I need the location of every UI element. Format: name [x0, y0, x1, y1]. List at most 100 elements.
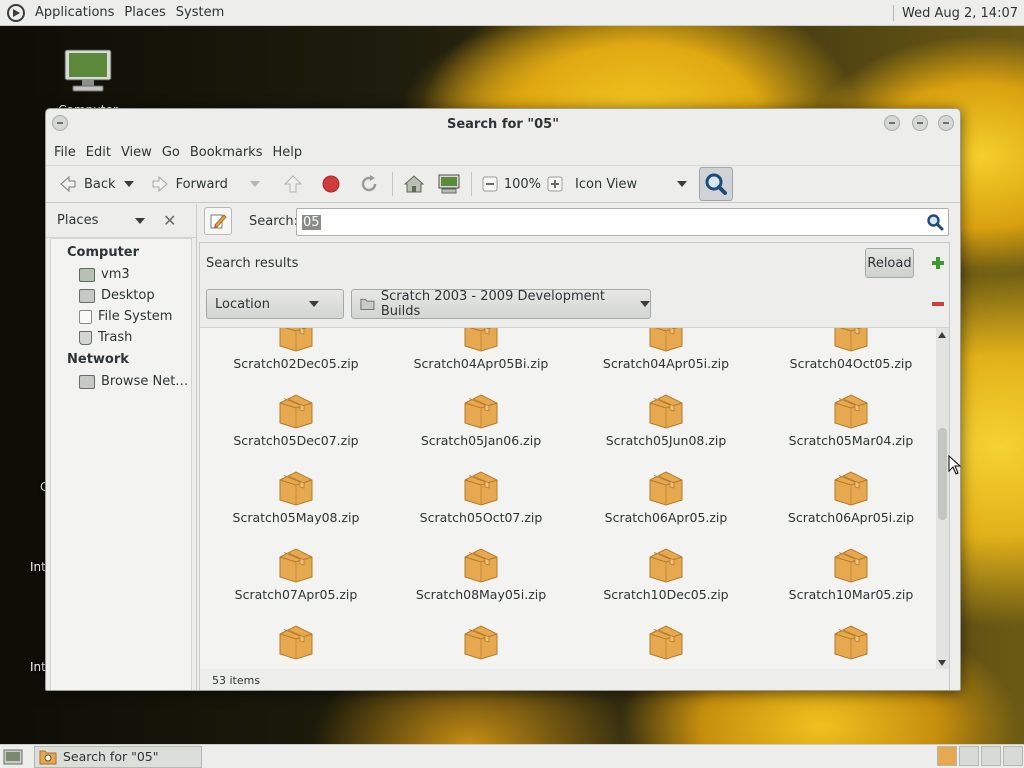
view-mode-combo[interactable]: Icon View [569, 169, 693, 199]
file-item[interactable]: Scratch05Jun08.zip [576, 391, 756, 448]
forward-history-dropdown[interactable] [249, 181, 260, 187]
edit-query-button[interactable] [204, 207, 232, 235]
file-item[interactable]: Scratch05Jan06.zip [391, 391, 571, 448]
desktop-icon-computer[interactable]: Computer [52, 48, 124, 117]
minimize-button[interactable] [884, 115, 900, 131]
package-icon [649, 548, 683, 583]
menu-go[interactable]: Go [157, 145, 185, 160]
file-item[interactable]: Scratch04Apr05Bi.zip [391, 328, 571, 371]
workspace-2[interactable] [959, 746, 979, 766]
system-menu[interactable]: System [171, 5, 229, 20]
menu-help[interactable]: Help [267, 145, 307, 160]
search-icon[interactable] [926, 213, 944, 231]
criteria-type-combo[interactable]: Location [206, 289, 344, 319]
file-item[interactable]: Scratch05Dec07.zip [206, 391, 386, 448]
file-item[interactable]: Scratch05Oct07.zip [391, 468, 571, 525]
side-pane-type-dropdown[interactable] [135, 217, 145, 224]
file-item[interactable]: Scratch06Apr05.zip [576, 468, 756, 525]
sidebar-item-label: vm3 [101, 267, 130, 282]
clock[interactable]: Wed Aug 2, 14:07 [902, 6, 1018, 21]
close-side-pane-icon[interactable]: ✕ [163, 211, 176, 230]
file-item[interactable]: Scratch02Dec05.zip [206, 328, 386, 371]
package-icon [834, 625, 868, 660]
applications-menu[interactable]: Applications [30, 5, 119, 20]
vertical-scrollbar[interactable] [936, 328, 949, 669]
forward-label: Forward [175, 176, 228, 192]
show-desktop-icon[interactable] [3, 748, 23, 766]
file-item[interactable] [206, 622, 386, 664]
zoom-out-icon[interactable] [482, 176, 498, 192]
file-item[interactable] [761, 622, 941, 664]
back-history-dropdown[interactable] [123, 181, 134, 187]
up-arrow-icon[interactable] [282, 173, 304, 195]
package-icon [464, 394, 498, 429]
reload-icon[interactable] [358, 173, 380, 195]
status-bar: 53 items [200, 669, 949, 690]
reload-label: Reload [867, 255, 912, 271]
package-icon [464, 328, 498, 352]
toolbar-separator [470, 172, 472, 196]
filesystem-icon [79, 309, 92, 324]
distro-logo-icon[interactable] [6, 3, 26, 23]
file-item[interactable]: Scratch04Apr05i.zip [576, 328, 756, 371]
workspace-4[interactable] [1003, 746, 1023, 766]
places-menu[interactable]: Places [119, 5, 170, 20]
add-criteria-icon[interactable] [931, 256, 945, 270]
file-item[interactable] [391, 622, 571, 664]
zoom-in-icon[interactable] [547, 176, 563, 192]
scroll-up-icon[interactable] [938, 332, 946, 338]
forward-button[interactable]: Forward [144, 169, 234, 199]
file-item[interactable]: Scratch04Oct05.zip [761, 328, 941, 371]
file-name: Scratch02Dec05.zip [233, 356, 359, 371]
taskbar-item-search-window[interactable]: Search for "05" [34, 745, 202, 768]
package-icon [834, 471, 868, 506]
back-label: Back [84, 176, 116, 192]
forward-arrow-icon [152, 175, 168, 193]
view-mode-label: Icon View [575, 176, 638, 192]
back-button[interactable]: Back [52, 169, 122, 199]
file-item[interactable]: Scratch10Mar05.zip [761, 545, 941, 602]
stop-icon[interactable] [320, 173, 342, 195]
search-toggle-button[interactable] [699, 167, 734, 201]
home-icon[interactable] [402, 173, 426, 195]
window-menu-button[interactable] [52, 115, 68, 131]
computer-icon[interactable] [436, 173, 462, 195]
search-input[interactable]: 05 [296, 208, 949, 236]
package-icon [834, 548, 868, 583]
network-icon [79, 374, 95, 389]
trash-icon [79, 330, 92, 345]
menu-bookmarks[interactable]: Bookmarks [185, 145, 268, 160]
sidebar-item-home[interactable]: vm3 [51, 264, 191, 285]
search-label: Search: [249, 213, 299, 229]
workspace-1[interactable] [937, 746, 957, 766]
menu-edit[interactable]: Edit [81, 145, 116, 160]
scroll-down-icon[interactable] [938, 660, 946, 666]
remove-criteria-icon[interactable] [931, 297, 945, 311]
sidebar-item-filesystem[interactable]: File System [51, 306, 191, 327]
close-button[interactable] [938, 115, 954, 131]
panel-separator [893, 5, 894, 21]
file-item[interactable]: Scratch07Apr05.zip [206, 545, 386, 602]
file-item[interactable]: Scratch05Mar04.zip [761, 391, 941, 448]
menu-file[interactable]: File [49, 145, 81, 160]
file-item[interactable]: Scratch06Apr05i.zip [761, 468, 941, 525]
maximize-button[interactable] [912, 115, 928, 131]
workspace-3[interactable] [981, 746, 1001, 766]
sidebar-item-browse-network[interactable]: Browse Net… [51, 371, 191, 392]
sidebar-item-trash[interactable]: Trash [51, 327, 191, 348]
file-item[interactable]: Scratch10Dec05.zip [576, 545, 756, 602]
side-pane-title[interactable]: Places [57, 213, 135, 228]
file-item[interactable] [576, 622, 756, 664]
file-item[interactable]: Scratch08May05i.zip [391, 545, 571, 602]
places-tree: Computer vm3 Desktop File System Trash N… [50, 238, 192, 690]
menu-view[interactable]: View [116, 145, 157, 160]
package-icon [649, 328, 683, 352]
sidebar-item-desktop[interactable]: Desktop [51, 285, 191, 306]
zoom-level[interactable]: 100% [504, 177, 541, 192]
file-item[interactable]: Scratch05May08.zip [206, 468, 386, 525]
section-network: Network [67, 352, 129, 367]
location-combo[interactable]: Scratch 2003 - 2009 Development Builds [351, 289, 651, 319]
scroll-thumb[interactable] [938, 428, 947, 520]
reload-button[interactable]: Reload [865, 248, 914, 278]
window-titlebar[interactable]: Search for "05" [46, 109, 960, 139]
